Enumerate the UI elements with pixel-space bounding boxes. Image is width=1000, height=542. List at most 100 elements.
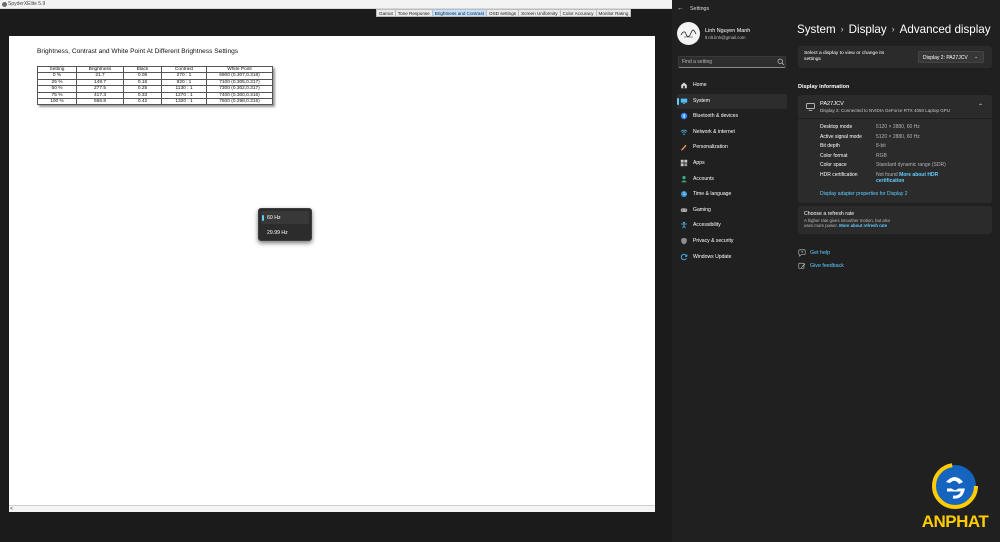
get-help-link[interactable]: Get help: [798, 248, 898, 261]
search-icon[interactable]: [777, 58, 785, 66]
display-info-expander[interactable]: PA27JCV Display 2: Connected to NVIDIA G…: [798, 95, 992, 119]
info-row-color-space: Color space Standard dynamic range (SDR): [820, 162, 990, 172]
adapter-properties-link[interactable]: Display adapter properties for Display 2: [820, 191, 908, 197]
nav-item-time-language[interactable]: Time & language: [677, 187, 787, 203]
select-display-label: Select a display to view or change its s…: [804, 51, 885, 62]
accounts-icon: [681, 175, 687, 182]
nav-item-accessibility[interactable]: Accessibility: [677, 218, 787, 234]
info-value: Not found More about HDR certification: [876, 172, 956, 184]
display-info-rows: Desktop mode 5120 × 2880, 60 Hz Active s…: [820, 124, 990, 190]
refresh-option-label: 60 Hz: [267, 214, 281, 221]
table-cell: 7500 (0.298,0.315): [206, 97, 273, 106]
back-arrow-icon[interactable]: ←: [677, 5, 684, 12]
scroll-left-arrow[interactable]: <: [10, 506, 13, 512]
breadcrumb-system[interactable]: System: [797, 23, 836, 36]
chevron-down-icon: ⌄: [974, 54, 979, 60]
info-value: 5120 × 2880, 60 Hz: [876, 133, 920, 140]
user-name: Linh Nguyen Manh: [705, 28, 751, 34]
table-cell: 1320 : 1: [161, 97, 207, 106]
info-key: Active signal mode: [820, 133, 862, 140]
chevron-up-icon[interactable]: ⌃: [978, 103, 983, 110]
get-help-label: Get help: [810, 250, 831, 256]
settings-nav: Home System Bluetooth & devices Network …: [677, 78, 787, 265]
nav-item-home[interactable]: Home: [677, 78, 787, 94]
signature-icon: [680, 29, 697, 38]
info-value: 8-bit: [876, 143, 886, 150]
active-indicator: [677, 97, 679, 105]
table-cell: 0.42: [123, 97, 162, 106]
nav-item-system[interactable]: System: [677, 93, 787, 110]
tab-gamut[interactable]: Gamut: [377, 10, 396, 16]
nav-item-gaming[interactable]: Gaming: [677, 203, 787, 219]
info-row-hdr-certification: HDR certification Not found More about H…: [820, 172, 990, 190]
display-select[interactable]: Display 2: PA27JCV ⌄: [918, 51, 984, 63]
help-links: Get help Give feedback: [798, 248, 898, 274]
breadcrumb-display[interactable]: Display: [849, 23, 887, 36]
refresh-rate-description: A higher rate gives smoother motion, but…: [804, 218, 900, 229]
system-icon: [680, 98, 688, 104]
refresh-rate-link[interactable]: More about refresh rate: [839, 223, 887, 228]
personalization-icon: [680, 145, 687, 151]
search-placeholder: Find a setting: [682, 59, 713, 65]
monitor-icon: [806, 103, 815, 111]
info-key: Bit depth: [820, 143, 840, 150]
report-page: Brightness, Contrast and White Point At …: [9, 36, 655, 512]
avatar[interactable]: [677, 22, 700, 45]
apps-icon: [680, 159, 688, 167]
accessibility-icon: [681, 222, 687, 229]
spyder-window-title: SpyderXElite 5.9: [8, 1, 46, 7]
info-row-active-signal-mode: Active signal mode 5120 × 2880, 60 Hz: [820, 134, 990, 144]
chevron-right-icon: ›: [891, 24, 895, 34]
settings-titlebar: ← Settings: [672, 0, 1000, 18]
tab-screen-uniformity[interactable]: Screen Uniformity: [519, 10, 561, 16]
tab-tone-response[interactable]: Tone Response: [396, 10, 433, 16]
nav-item-network[interactable]: Network & internet: [677, 125, 787, 141]
tab-color-accuracy[interactable]: Color Accuracy: [561, 10, 597, 16]
display-information-header: Display information: [798, 84, 850, 90]
brand-logo: ANPHAT: [913, 460, 993, 540]
refresh-rate-dropdown[interactable]: 60 Hz 29.99 Hz: [258, 208, 312, 241]
info-value: Standard dynamic range (SDR): [876, 162, 946, 169]
nav-item-label: Windows Update: [693, 253, 732, 260]
info-key: Desktop mode: [820, 124, 853, 130]
refresh-rate-card: Choose a refresh rate A higher rate give…: [798, 206, 992, 234]
nav-item-label: Home: [693, 82, 707, 88]
nav-item-label: Apps: [693, 159, 705, 166]
monitor-connection: Display 2: Connected to NVIDIA GeForce R…: [820, 108, 950, 113]
info-value: RGB: [876, 152, 887, 159]
spyder-tab-bar: Gamut Tone Response Brightness and Contr…: [376, 9, 632, 17]
app-icon: [2, 2, 7, 7]
search-input[interactable]: Find a setting: [678, 56, 786, 68]
info-row-color-format: Color format RGB: [820, 153, 990, 163]
settings-window-title: Settings: [690, 6, 710, 12]
give-feedback-link[interactable]: Give feedback: [798, 261, 898, 274]
display-information-card: PA27JCV Display 2: Connected to NVIDIA G…: [798, 95, 992, 203]
nav-item-personalization[interactable]: Personalization: [677, 140, 787, 156]
nav-item-accounts[interactable]: Accounts: [677, 172, 787, 188]
nav-item-label: Personalization: [693, 144, 728, 151]
nav-item-label: Gaming: [693, 206, 711, 213]
nav-item-windows-update[interactable]: Windows Update: [677, 250, 787, 266]
refresh-option-29-99hz[interactable]: 29.99 Hz: [261, 226, 309, 239]
nav-item-apps[interactable]: Apps: [677, 156, 787, 172]
info-key: Color format: [820, 152, 848, 159]
select-display-card: Select a display to view or change its s…: [798, 46, 992, 68]
nav-item-bluetooth[interactable]: Bluetooth & devices: [677, 109, 787, 125]
nav-item-privacy[interactable]: Privacy & security: [677, 234, 787, 250]
privacy-icon: [681, 237, 687, 245]
horizontal-scrollbar[interactable]: <: [9, 505, 655, 512]
tab-brightness-contrast[interactable]: Brightness and Contrast: [432, 10, 488, 16]
report-heading: Brightness, Contrast and White Point At …: [37, 48, 239, 55]
refresh-option-60hz[interactable]: 60 Hz: [261, 211, 309, 224]
spyder-titlebar: SpyderXElite 5.9: [0, 0, 672, 9]
tab-osd-settings[interactable]: OSD settings: [487, 10, 520, 16]
table-row: 100 % 556.8 0.42 1320 : 1 7500 (0.298,0.…: [37, 97, 273, 106]
network-icon: [680, 129, 688, 135]
feedback-icon: [798, 262, 806, 269]
tab-monitor-rating[interactable]: Monitor Rating: [597, 10, 631, 16]
nav-item-label: Bluetooth & devices: [693, 113, 739, 120]
info-key: Color space: [820, 162, 847, 169]
breadcrumb: System › Display › Advanced display: [797, 23, 991, 36]
nav-item-label: Privacy & security: [693, 237, 734, 244]
time-language-icon: [680, 191, 688, 198]
